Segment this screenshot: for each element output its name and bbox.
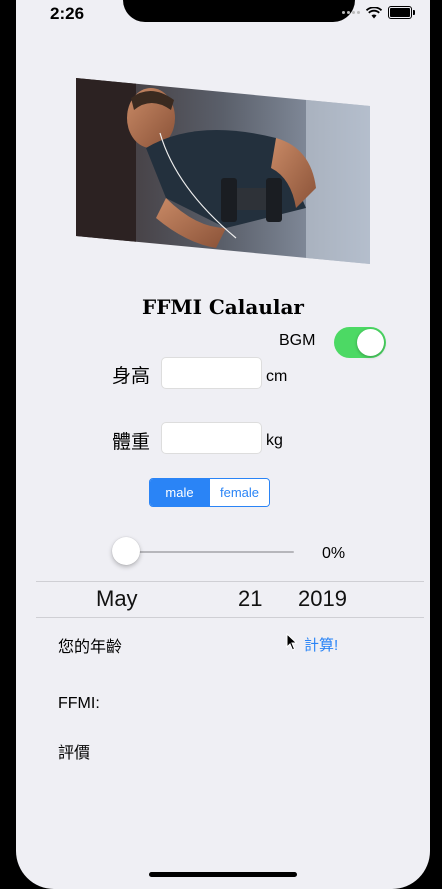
rating-label: 評價 [58,745,91,762]
bgm-toggle[interactable] [334,327,386,358]
wifi-icon [366,6,382,18]
body-fat-slider-track[interactable] [126,551,294,553]
bgm-label: BGM [279,332,316,349]
app-title: FFMI Calaular [142,295,304,319]
fitness-photo [76,78,370,264]
notch [123,0,355,22]
cellular-signal-icon [342,11,360,14]
gender-option-male[interactable]: male [150,479,209,506]
weight-label: 體重 [112,432,151,453]
ffmi-result-label: FFMI: [58,695,100,712]
mouse-pointer-icon [286,633,298,651]
birthdate-picker[interactable]: May 21 2019 [36,581,424,618]
app-screen: 2:26 FFMI Calaular BGM 身高 cm 體重 kg male … [16,0,430,889]
body-fat-slider-thumb[interactable] [112,537,140,565]
status-time: 2:26 [50,4,85,23]
battery-icon [388,6,415,19]
toggle-knob [357,329,384,356]
weight-input[interactable] [161,422,262,454]
height-input[interactable] [161,357,262,389]
picker-month[interactable]: May [96,586,138,612]
gender-segmented-control: male female [149,478,270,507]
picker-day[interactable]: 21 [238,586,262,612]
age-label: 您的年齡 [58,639,123,656]
home-indicator[interactable] [149,872,297,877]
height-unit: cm [266,368,288,385]
weight-unit: kg [266,432,283,449]
height-label: 身高 [112,366,151,387]
calculate-button[interactable]: 計算! [304,634,338,655]
body-fat-value: 0% [322,545,346,562]
status-icons [342,6,415,19]
picker-year[interactable]: 2019 [298,586,347,612]
gender-option-female[interactable]: female [209,479,269,506]
